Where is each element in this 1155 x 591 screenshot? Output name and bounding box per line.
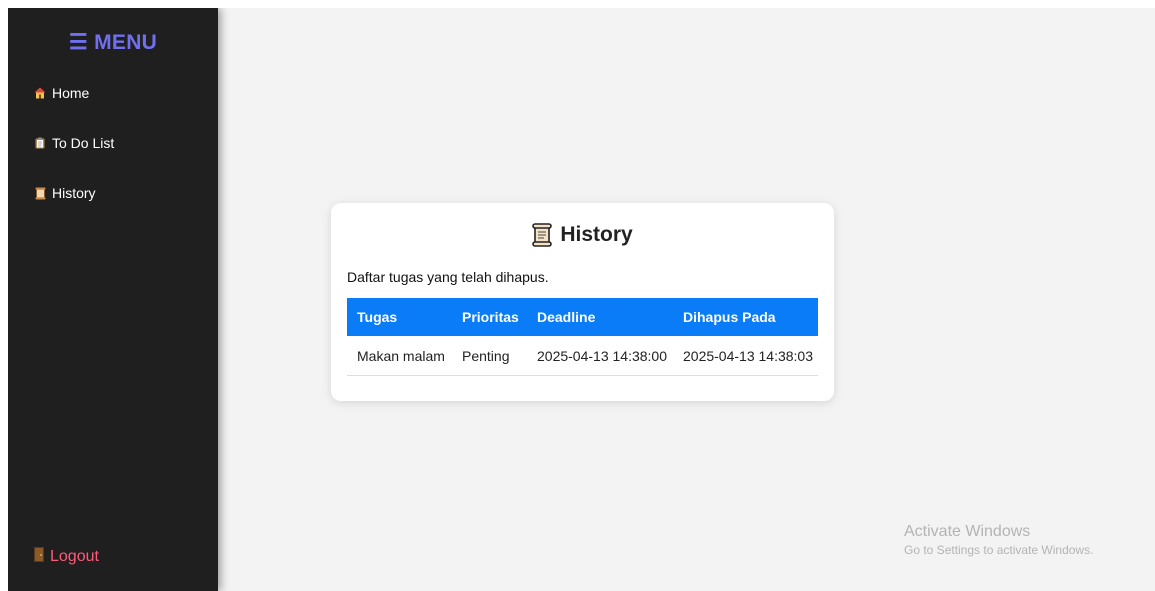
history-table: Tugas Prioritas Deadline Dihapus Pada Ma… bbox=[347, 298, 818, 376]
table-header-row: Tugas Prioritas Deadline Dihapus Pada bbox=[347, 298, 818, 336]
column-header-dihapus-pada: Dihapus Pada bbox=[673, 298, 818, 336]
logout-label: Logout bbox=[50, 548, 99, 565]
app-frame: ☰ MENU Home To Do List History Logout Hi… bbox=[8, 8, 1155, 591]
house-icon bbox=[34, 86, 46, 100]
scroll-icon bbox=[532, 223, 553, 247]
page-title: History bbox=[331, 223, 834, 247]
door-icon bbox=[34, 547, 44, 567]
cell-dihapus-pada: 2025-04-13 14:38:03 bbox=[673, 336, 818, 376]
page-description: Daftar tugas yang telah dihapus. bbox=[347, 269, 549, 285]
activation-watermark: Activate Windows Go to Settings to activ… bbox=[904, 523, 1093, 557]
column-header-deadline: Deadline bbox=[527, 298, 673, 336]
column-header-tugas: Tugas bbox=[347, 298, 452, 336]
column-header-prioritas: Prioritas bbox=[452, 298, 527, 336]
sidebar-item-history[interactable]: History bbox=[34, 185, 96, 201]
watermark-subtitle: Go to Settings to activate Windows. bbox=[904, 543, 1094, 557]
sidebar-item-home[interactable]: Home bbox=[34, 85, 89, 101]
menu-title: ☰ MENU bbox=[68, 31, 158, 54]
logout-button[interactable]: Logout bbox=[34, 547, 99, 567]
sidebar-item-label: To Do List bbox=[52, 135, 115, 151]
sidebar-item-to-do-list[interactable]: To Do List bbox=[34, 135, 114, 151]
table-row: Makan malam Penting 2025-04-13 14:38:00 … bbox=[347, 336, 818, 376]
cell-deadline: 2025-04-13 14:38:00 bbox=[527, 336, 673, 376]
page-title-text: History bbox=[560, 223, 633, 246]
watermark-title: Activate Windows bbox=[904, 523, 1031, 540]
clipboard-icon bbox=[34, 136, 46, 150]
scroll-icon bbox=[34, 186, 46, 200]
cell-prioritas: Penting bbox=[452, 336, 527, 376]
cell-tugas: Makan malam bbox=[347, 336, 452, 376]
sidebar: ☰ MENU Home To Do List History Logout bbox=[8, 8, 218, 591]
sidebar-item-label: Home bbox=[52, 85, 90, 101]
sidebar-item-label: History bbox=[52, 185, 96, 201]
history-card: History Daftar tugas yang telah dihapus.… bbox=[331, 203, 834, 401]
